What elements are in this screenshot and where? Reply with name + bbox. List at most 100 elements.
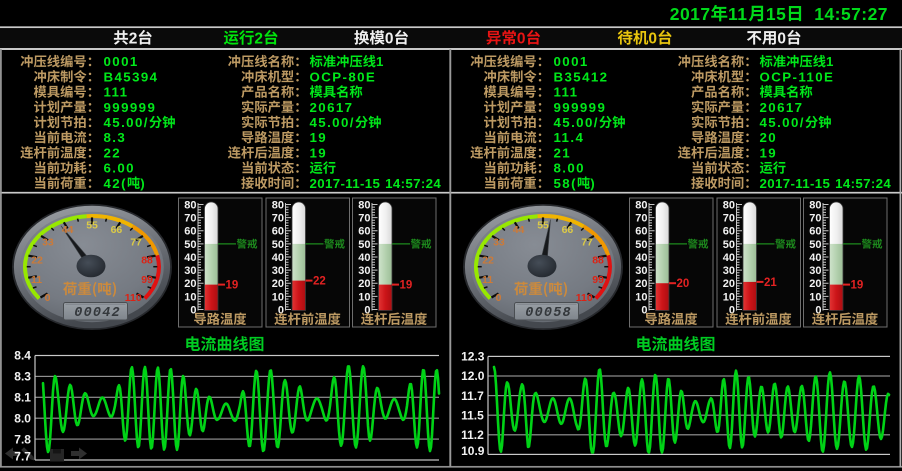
svg-text:10: 10	[723, 291, 735, 303]
svg-text:8.3: 8.3	[14, 370, 31, 384]
svg-text:77: 77	[581, 236, 593, 248]
svg-text:45.00/: 45.00/	[104, 115, 149, 130]
svg-text:OCP-80E: OCP-80E	[310, 69, 377, 84]
svg-text:70: 70	[272, 213, 284, 225]
svg-text:30: 30	[635, 265, 647, 277]
svg-text:11: 11	[728, 4, 747, 24]
svg-text:2017-11-15: 2017-11-15	[760, 176, 831, 191]
svg-text:11.4: 11.4	[554, 130, 585, 145]
svg-text:70: 70	[809, 213, 821, 225]
svg-text:19: 19	[760, 145, 778, 160]
svg-text:60: 60	[272, 226, 284, 238]
svg-text:7.7: 7.7	[14, 450, 31, 464]
svg-text:00042: 00042	[74, 306, 121, 321]
svg-text:50: 50	[809, 239, 821, 251]
svg-text:8.0: 8.0	[14, 411, 31, 425]
svg-text:80: 80	[809, 199, 821, 211]
svg-text:50: 50	[723, 239, 735, 251]
svg-text:8.00: 8.00	[554, 161, 585, 176]
svg-text:70: 70	[358, 213, 370, 225]
svg-text:): )	[590, 176, 596, 191]
svg-text:22: 22	[104, 145, 122, 160]
svg-text:40: 40	[723, 252, 735, 264]
svg-text:8.4: 8.4	[14, 349, 31, 363]
svg-text:00058: 00058	[525, 306, 572, 321]
svg-text:14:57:24: 14:57:24	[385, 176, 441, 191]
svg-text:40: 40	[272, 252, 284, 264]
svg-text:45.00/: 45.00/	[554, 115, 599, 130]
svg-text:2: 2	[129, 30, 138, 47]
svg-text:): )	[140, 176, 146, 191]
svg-text:14:57:24: 14:57:24	[835, 176, 891, 191]
svg-text:10: 10	[358, 291, 370, 303]
svg-text:20: 20	[272, 278, 284, 290]
svg-text:77: 77	[130, 236, 142, 248]
svg-text:19: 19	[310, 130, 328, 145]
svg-text:45.00/: 45.00/	[310, 115, 355, 130]
svg-text:11.2: 11.2	[461, 428, 484, 442]
svg-text:60: 60	[723, 226, 735, 238]
svg-text:2017-11-15: 2017-11-15	[310, 176, 381, 191]
svg-text:20617: 20617	[760, 100, 804, 115]
svg-text:11: 11	[482, 274, 493, 286]
svg-text:0: 0	[385, 30, 394, 47]
svg-text:0001: 0001	[104, 54, 139, 69]
svg-text:30: 30	[809, 265, 821, 277]
svg-text:80: 80	[635, 199, 647, 211]
svg-text:88: 88	[592, 254, 604, 266]
svg-text:110: 110	[576, 292, 593, 304]
svg-text:0001: 0001	[554, 54, 589, 69]
svg-text:70: 70	[184, 213, 196, 225]
svg-text:80: 80	[358, 199, 370, 211]
svg-text:20: 20	[760, 130, 778, 145]
svg-text:10: 10	[635, 291, 647, 303]
svg-text:99: 99	[141, 274, 153, 286]
svg-text:20: 20	[358, 278, 370, 290]
svg-text:2017: 2017	[670, 4, 711, 24]
svg-text:55: 55	[86, 220, 98, 232]
svg-text:30: 30	[723, 265, 735, 277]
svg-text:20: 20	[184, 278, 196, 290]
svg-text:19: 19	[226, 280, 239, 292]
svg-text:45.00/: 45.00/	[760, 115, 805, 130]
svg-text:58(: 58(	[554, 176, 577, 191]
svg-text:20617: 20617	[310, 100, 354, 115]
svg-text:999999: 999999	[554, 100, 607, 115]
svg-text:12.0: 12.0	[461, 369, 485, 383]
svg-text:10.9: 10.9	[461, 444, 485, 458]
svg-text:40: 40	[358, 252, 370, 264]
svg-text:19: 19	[851, 280, 864, 292]
svg-text:60: 60	[635, 226, 647, 238]
svg-text:999999: 999999	[104, 100, 157, 115]
svg-text:20: 20	[677, 278, 690, 290]
svg-text:44: 44	[513, 224, 525, 236]
svg-text:70: 70	[635, 213, 647, 225]
svg-text:0: 0	[777, 30, 786, 47]
svg-text:15: 15	[766, 4, 786, 24]
svg-text:40: 40	[635, 252, 647, 264]
svg-text:80: 80	[272, 199, 284, 211]
svg-text:44: 44	[62, 224, 74, 236]
svg-text:OCP-110E: OCP-110E	[760, 69, 835, 84]
svg-text:99: 99	[592, 274, 604, 286]
svg-text:6.00: 6.00	[104, 161, 135, 176]
svg-text:50: 50	[358, 239, 370, 251]
svg-text:B45394: B45394	[104, 69, 159, 84]
svg-text:40: 40	[184, 252, 196, 264]
svg-text:19: 19	[310, 145, 328, 160]
svg-text:70: 70	[723, 213, 735, 225]
svg-text:8.1: 8.1	[14, 391, 31, 405]
svg-text:21: 21	[764, 277, 777, 289]
svg-text:B35412: B35412	[554, 69, 609, 84]
svg-text:20: 20	[723, 278, 735, 290]
svg-text:80: 80	[723, 199, 735, 211]
svg-text:42(: 42(	[104, 176, 127, 191]
svg-text:21: 21	[554, 145, 572, 160]
svg-text:8.3: 8.3	[104, 130, 127, 145]
svg-text:30: 30	[184, 265, 196, 277]
svg-text:1: 1	[376, 54, 385, 69]
svg-text:0: 0	[496, 292, 502, 304]
svg-text:7.8: 7.8	[14, 432, 31, 446]
svg-text:30: 30	[358, 265, 370, 277]
svg-text:50: 50	[272, 239, 284, 251]
